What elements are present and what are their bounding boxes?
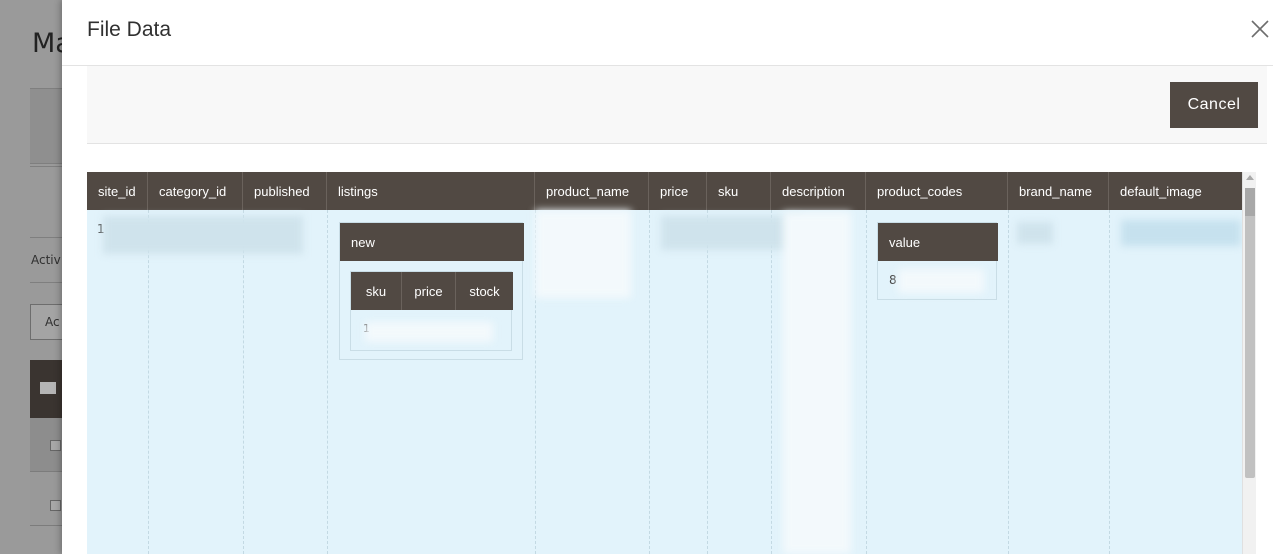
close-icon[interactable] [1248,17,1272,41]
inner-column-price: price [402,272,456,310]
column-header-sku: sku [707,172,771,210]
scrollbar-thumb-top [1245,188,1255,216]
column-header-category-id: category_id [148,172,243,210]
inner-column-stock: stock [469,284,500,299]
column-divider [1008,210,1009,554]
column-divider [1109,210,1110,554]
product-codes-nested-header: value [878,223,998,261]
column-header-product-name: product_name [535,172,649,210]
file-data-modal: File Data Cancel site_id category_id pub… [62,0,1273,554]
blurred-cell-price [661,216,801,250]
inner-column-sku: sku [351,272,402,310]
checkbox-icon [40,382,56,394]
column-header-default-image: default_image [1120,184,1202,199]
grid-scrollbar[interactable] [1242,172,1256,554]
listings-nested-header: new [340,223,524,261]
column-header-listings: listings [327,172,535,210]
blurred-cell-product-name [535,210,631,298]
column-header-brand-name: brand_name [1008,172,1109,210]
listings-nested-table: new sku price stock 1 [339,222,524,360]
blurred-cell-brand-name [1017,222,1053,244]
column-header-product-codes: product_codes [866,172,1008,210]
column-divider [243,210,244,554]
listings-inner-header: sku price stock [351,272,513,310]
column-divider [327,210,328,554]
column-divider [649,210,650,554]
modal-title: File Data [87,18,172,41]
listings-inner-table: sku price stock 1 [350,271,513,351]
modal-toolbar: Cancel [87,66,1267,144]
file-data-grid: site_id category_id published listings p… [87,172,1242,554]
product-codes-cell: 8 [889,273,897,287]
scrollbar-thumb[interactable] [1245,188,1255,478]
blurred-cell-default-image [1121,220,1241,246]
column-divider [148,210,149,554]
column-header-published: published [243,172,327,210]
scroll-up-arrow-icon[interactable] [1246,175,1254,180]
column-header-price: price [649,172,707,210]
product-codes-nested-table: value 8 [877,222,998,300]
grid-header-row: site_id category_id published listings p… [87,172,1242,210]
blurred-product-code [898,269,984,293]
blurred-cell-description [783,212,851,554]
column-header-description: description [771,172,866,210]
column-header-site-id: site_id [87,172,148,210]
blurred-inner-cell [365,322,493,342]
column-divider [707,210,708,554]
column-divider [771,210,772,554]
modal-header: File Data [62,0,1273,66]
blurred-cell-site-id [103,216,303,254]
background-checkbox [50,440,61,451]
background-active-label: Activ [31,253,61,267]
background-checkbox [50,500,61,511]
cancel-button[interactable]: Cancel [1170,82,1258,128]
column-divider [866,210,867,554]
